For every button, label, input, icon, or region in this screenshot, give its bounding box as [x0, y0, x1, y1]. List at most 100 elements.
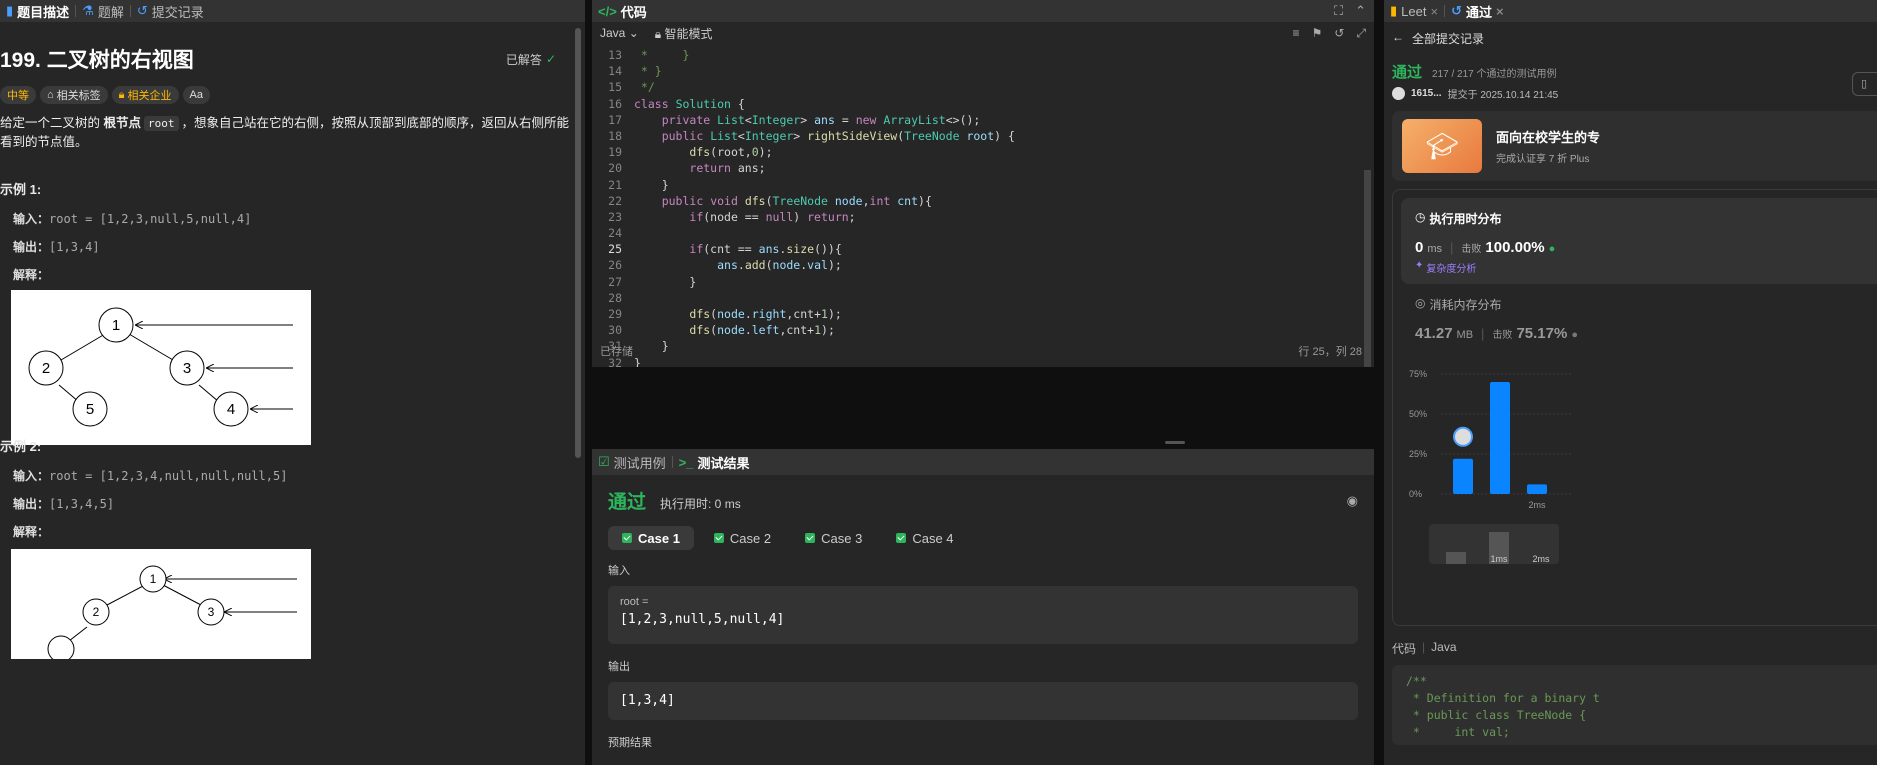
reset-icon[interactable]: ↺	[1334, 26, 1344, 41]
case-tab-4[interactable]: Case 4	[882, 526, 967, 550]
tab-leet-label: Leet	[1401, 3, 1427, 19]
arrow-left-icon: ←	[1392, 30, 1404, 44]
desc-code: root	[144, 116, 179, 131]
code-editor[interactable]: 13 * } 14 * } 15 */ 16 class Solution { 1…	[592, 46, 1362, 367]
y-tick-label: 25%	[1409, 449, 1427, 459]
case-tab-3[interactable]: Case 3	[791, 526, 876, 550]
problem-description: 给定一个二叉树的 根节点 root ，想象自己站在它的右侧，按照从顶部到底部的顺序，…	[0, 114, 570, 151]
case-label: Case 4	[912, 530, 954, 546]
line-number: 19	[608, 145, 622, 160]
beat-label: 击败	[1461, 244, 1482, 255]
history-icon: ↺	[1451, 3, 1462, 18]
editor-status-bar: 已存储 行 25，列 28	[600, 343, 1362, 359]
bookmark-icon[interactable]: ⚑	[1312, 26, 1323, 41]
tab-passed[interactable]: ↺ 通过 ×	[1445, 2, 1510, 21]
tab-submissions[interactable]: ↺ 提交记录	[131, 2, 210, 21]
runtime-distribution-chart[interactable]: 75% 50% 25% 0% 2ms 1ms 2ms	[1401, 354, 1571, 574]
close-icon[interactable]: ×	[1496, 4, 1504, 19]
chart-bar	[1453, 458, 1473, 494]
close-icon[interactable]: ×	[1430, 4, 1438, 19]
tab-passed-label: 通过	[1465, 4, 1492, 20]
line-number: 15	[608, 80, 622, 95]
submission-tabbar: ▮ Leet × ↺ 通过 ×	[1384, 0, 1877, 22]
runtime-card[interactable]: ◷ 执行用时分布 0 ms | 击败 100.00% ● ✦ 复杂度分析	[1401, 198, 1877, 284]
eye-icon[interactable]: ◉	[1347, 493, 1358, 509]
tree-node: 3	[208, 605, 215, 619]
input-label: 输入：	[13, 212, 50, 226]
smart-mode-toggle[interactable]: 🔒︎ 智能模式	[655, 25, 713, 42]
chevron-down-icon: ⌄	[628, 26, 639, 40]
language-label: Java	[600, 26, 626, 40]
desc-bold: 根节点	[103, 116, 141, 130]
output-value: [1,3,4]	[49, 240, 100, 254]
input-value: [1,2,3,null,5,null,4]	[620, 612, 785, 627]
font-size-button[interactable]: Aa	[182, 86, 210, 104]
terminal-icon: >_	[678, 454, 694, 470]
code-icon: </>	[598, 3, 617, 19]
check-icon	[622, 533, 632, 543]
badge-icon: ●	[1571, 329, 1578, 341]
result-status: 通过	[608, 492, 647, 513]
runtime-text: 执行用时: 0 ms	[660, 497, 741, 511]
chart-bar	[1527, 484, 1547, 494]
line-number: 26	[608, 258, 622, 273]
case-tab-2[interactable]: Case 2	[700, 526, 785, 550]
check-square-icon: ☑	[598, 454, 610, 469]
tab-results-label: 测试结果	[697, 455, 750, 471]
memory-section[interactable]: ◎ 消耗内存分布 41.27 MB | 击败 75.17% ●	[1401, 284, 1877, 354]
code-scrollbar[interactable]	[1364, 170, 1371, 367]
promo-card[interactable]: 🎓︎ 面向在校学生的专 完成认证享 7 折 Plus	[1392, 111, 1877, 181]
layout-toggle-icon[interactable]: ▯	[1852, 72, 1877, 96]
line-number: 14	[608, 64, 622, 79]
tab-code[interactable]: </> 代码	[592, 2, 653, 21]
panel-resize-handle[interactable]	[1165, 441, 1185, 444]
username[interactable]: 1615...	[1411, 88, 1442, 99]
memory-value: 41.27	[1415, 325, 1453, 342]
line-number: 17	[608, 112, 622, 127]
runtime-title: 执行用时分布	[1429, 212, 1502, 226]
complexity-link[interactable]: 复杂度分析	[1426, 260, 1476, 275]
input-label: 输入	[608, 565, 630, 577]
line-number: 23	[608, 209, 622, 224]
code-preview-line: /**	[1406, 674, 1427, 688]
history-icon: ↺	[136, 3, 148, 18]
divider: |	[1450, 240, 1454, 255]
fullscreen-icon[interactable]: ⛶	[1334, 3, 1343, 19]
format-icon[interactable]: ≡	[1293, 26, 1300, 41]
output-value: [1,3,4]	[620, 693, 675, 708]
avatar[interactable]	[1392, 87, 1405, 100]
scrollbar[interactable]	[575, 28, 581, 458]
smart-mode-label: 智能模式	[664, 26, 713, 41]
case-label: Case 3	[821, 530, 863, 546]
minimap-bar	[1446, 552, 1466, 564]
tab-testcases-label: 测试用例	[613, 455, 666, 471]
input-label: 输入：	[13, 469, 50, 483]
clock-icon: ◷	[1415, 210, 1426, 224]
language-select[interactable]: Java ⌄	[600, 26, 639, 40]
tab-results[interactable]: >_ 测试结果	[673, 453, 756, 472]
tab-solutions[interactable]: ⚗ 题解	[76, 2, 130, 21]
output-value: [1,3,4,5]	[49, 497, 115, 511]
book-icon: ▮	[1390, 3, 1398, 18]
tab-code-label: 代码	[620, 4, 647, 20]
related-companies-button[interactable]: 🔒︎ 相关企业	[111, 86, 179, 104]
back-label: 全部提交记录	[1412, 32, 1485, 46]
promo-title: 面向在校学生的专	[1496, 130, 1601, 145]
related-tags-button[interactable]: ⌂ 相关标签	[40, 86, 108, 104]
promo-subtitle: 完成认证享 7 折 Plus	[1496, 154, 1590, 165]
back-link[interactable]: ← 全部提交记录	[1392, 30, 1877, 47]
difficulty-badge[interactable]: 中等	[0, 86, 36, 104]
tab-leet[interactable]: ▮ Leet ×	[1384, 3, 1444, 19]
explanation-label: 解释：	[13, 268, 50, 282]
case-tab-1[interactable]: Case 1	[608, 526, 694, 550]
expected-label: 预期结果	[608, 737, 652, 749]
tab-testcases[interactable]: ☑ 测试用例	[592, 453, 672, 472]
code-language: Java	[1431, 640, 1457, 654]
y-tick-label: 0%	[1409, 489, 1422, 499]
input-value: root = [1,2,3,null,5,null,4]	[49, 212, 252, 226]
expand-icon[interactable]: ⤢	[1356, 26, 1366, 41]
tab-description[interactable]: ▮ 题目描述	[0, 2, 75, 21]
collapse-icon[interactable]: ⌃	[1355, 3, 1366, 19]
tag-row: 中等 ⌂ 相关标签 🔒︎ 相关企业 Aa	[0, 86, 570, 104]
problem-tabbar: ▮ 题目描述 ⚗ 题解 ↺ 提交记录	[0, 0, 585, 22]
